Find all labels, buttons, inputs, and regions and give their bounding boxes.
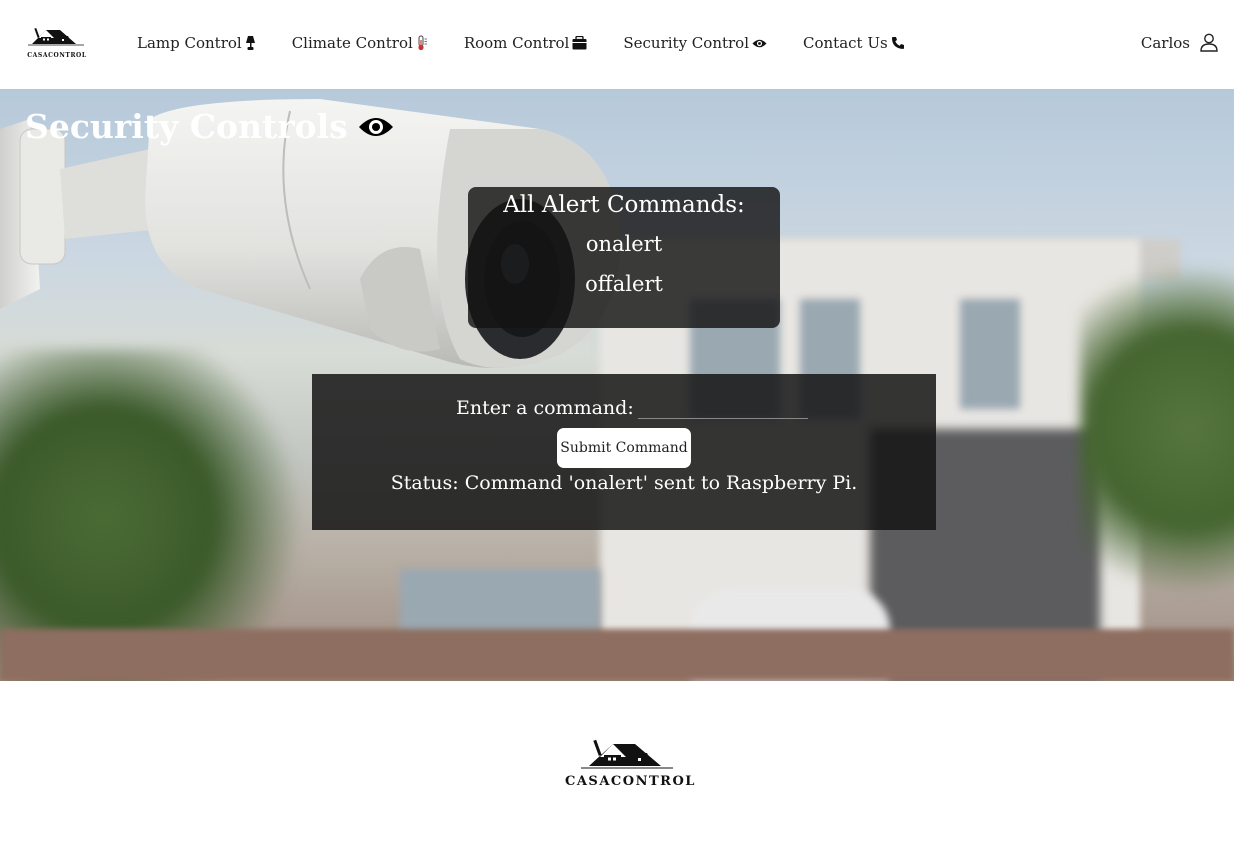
alert-commands-panel: All Alert Commands: onalert offalert [468,187,780,328]
nav-link-label: Security Control [623,34,750,52]
background-tree [1080,239,1234,619]
background-fence [0,629,1234,681]
command-input[interactable] [637,395,808,419]
eye-icon [752,38,767,49]
nav-link-label: Climate Control [291,34,413,52]
nav-link-lamp-control[interactable]: Lamp Control [137,34,256,52]
nav-link-climate-control[interactable]: Climate Control [292,34,428,52]
phone-icon [891,36,905,50]
security-hero: Security Controls All Alert Commands: on… [0,89,1234,681]
command-row: Enter a command: [456,395,808,419]
nav-link-contact-us[interactable]: Contact Us [803,34,905,52]
user-icon [1200,33,1218,52]
user-menu[interactable]: Carlos [1141,33,1218,52]
background-window [960,299,1020,409]
eye-icon [358,114,394,140]
brand-wordmark: CASACONTROL [27,52,87,59]
command-label: Enter a command: [456,397,634,419]
nav-link-room-control[interactable]: Room Control [464,34,588,52]
nav-link-label: Room Control [463,34,570,52]
alert-commands-title: All Alert Commands: [503,192,745,218]
lamp-icon [245,35,256,51]
brand-logo[interactable]: CASACONTROL [26,26,88,59]
page-title-text: Security Controls [25,107,348,146]
footer-wordmark: CASACONTROL [565,774,696,789]
footer: CASACONTROL [0,681,1234,858]
nav-link-label: Lamp Control [137,34,242,52]
house-logo-icon [28,27,84,46]
submit-command-button[interactable]: Submit Command [557,428,691,468]
nav-link-security-control[interactable]: Security Control [623,34,767,52]
footer-logo[interactable]: CASACONTROL [565,738,696,794]
page-title: Security Controls [25,107,394,146]
command-panel: Enter a command: Submit Command Status: … [312,374,936,530]
room-icon [572,36,587,50]
nav-links: Lamp Control Climate Control Room Contro… [137,34,941,52]
command-status: Status: Command 'onalert' sent to Raspbe… [390,472,858,494]
user-name: Carlos [1140,33,1190,52]
house-logo-icon [581,739,673,769]
alert-command-item: offalert [585,272,663,296]
nav-link-label: Contact Us [803,34,888,52]
thermometer-icon [416,35,428,51]
top-nav: CASACONTROL Lamp Control Climate Control… [0,0,1234,89]
alert-command-item: onalert [585,232,663,256]
